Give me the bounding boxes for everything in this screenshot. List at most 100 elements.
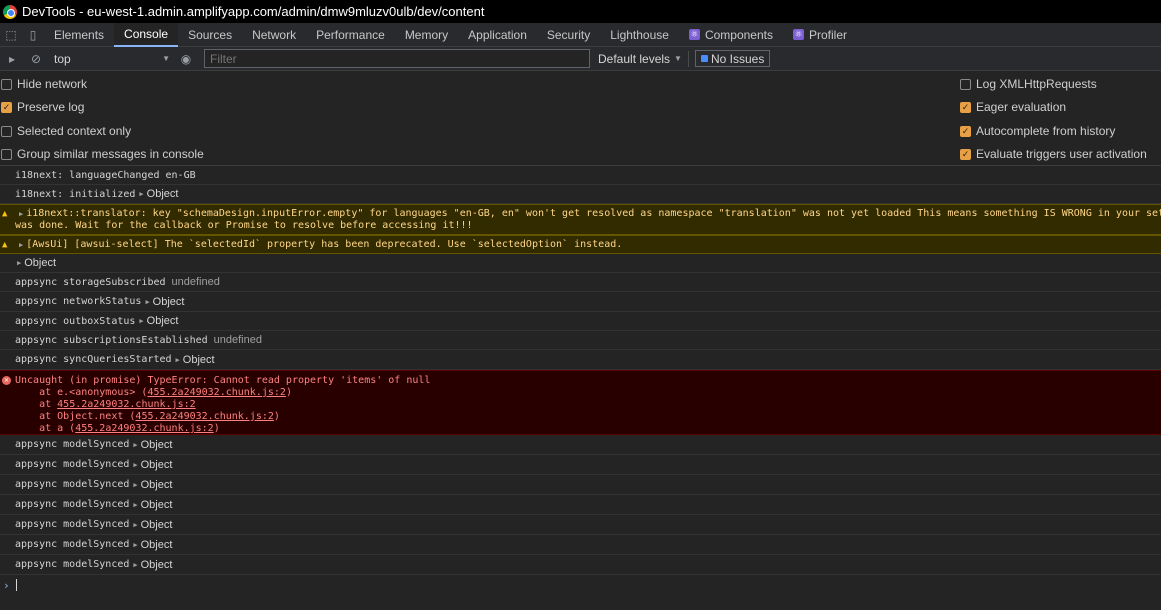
setting-hide-network[interactable]: Hide network <box>1 77 87 91</box>
console-prompt[interactable]: › <box>0 575 1161 595</box>
object-preview[interactable]: Object <box>141 519 173 531</box>
source-link[interactable]: 455.2a249032.chunk.js:2 <box>57 399 195 410</box>
message-text: appsync subscriptionsEstablished <box>15 334 208 346</box>
expand-triangle-icon[interactable]: ▶ <box>139 190 143 198</box>
object-preview[interactable]: Object <box>141 559 173 571</box>
message-text: appsync modelSynced <box>15 499 130 510</box>
stack-prefix: at a ( <box>15 423 76 434</box>
tab-performance[interactable]: Performance <box>306 23 395 47</box>
tab-components[interactable]: ⚛ Components <box>679 23 783 47</box>
message-text: i18next: initialized <box>15 188 136 200</box>
tab-profiler[interactable]: ⚛ Profiler <box>783 23 857 47</box>
stack-prefix: at Object.next ( <box>15 411 136 422</box>
issues-button[interactable]: No Issues <box>694 50 771 67</box>
object-preview[interactable]: Object <box>141 479 173 491</box>
expand-triangle-icon[interactable]: ▶ <box>133 561 137 569</box>
tab-label: Security <box>546 27 591 42</box>
object-preview[interactable]: Object <box>147 315 179 327</box>
expand-triangle-icon[interactable]: ▶ <box>139 317 143 325</box>
setting-selected-context-only[interactable]: Selected context only <box>1 124 131 138</box>
tab-label: Console <box>124 26 169 41</box>
setting-label: Evaluate triggers user activation <box>976 147 1147 161</box>
message-text: appsync modelSynced <box>15 519 130 530</box>
expand-triangle-icon[interactable]: ▶ <box>17 259 21 267</box>
checkbox[interactable] <box>960 78 971 90</box>
inspect-element-icon[interactable]: ⬚ <box>0 23 22 47</box>
expand-triangle-icon[interactable]: ▶ <box>133 521 137 529</box>
expand-triangle-icon[interactable]: ▶ <box>176 356 180 364</box>
checkbox[interactable]: ✓ <box>960 101 971 113</box>
object-preview[interactable]: Object <box>141 499 173 511</box>
checkbox[interactable] <box>1 148 12 160</box>
error-message: ✕ Uncaught (in promise) TypeError: Cannot… <box>0 370 1161 435</box>
warning-message: ▲ ▶ i18next::translator: key "schemaDesign… <box>0 204 1161 235</box>
expand-triangle-icon[interactable]: ▶ <box>19 241 23 249</box>
tab-security[interactable]: Security <box>537 23 600 47</box>
object-preview[interactable]: Object <box>141 459 173 471</box>
object-preview[interactable]: Object <box>147 188 179 200</box>
filter-input[interactable] <box>204 49 590 68</box>
message-text: appsync modelSynced <box>15 559 130 570</box>
object-preview[interactable]: Object <box>183 354 215 366</box>
stack-suffix: ) <box>213 423 220 434</box>
source-link[interactable]: 455.2a249032.chunk.js:2 <box>147 387 285 398</box>
tab-label: Sources <box>188 27 233 42</box>
setting-eager-evaluation[interactable]: ✓ Eager evaluation <box>960 100 1066 114</box>
tab-console[interactable]: Console <box>114 22 179 47</box>
expand-triangle-icon[interactable]: ▶ <box>19 210 23 218</box>
tab-label: Components <box>704 27 773 42</box>
message-text: appsync modelSynced <box>15 459 130 470</box>
clear-console-icon[interactable]: ⊘ <box>24 48 48 70</box>
object-preview[interactable]: Object <box>141 439 173 451</box>
message-text: was done. Wait for the callback or Promi… <box>15 220 473 231</box>
show-sidebar-icon[interactable]: ▸ <box>0 48 24 70</box>
setting-group-similar-messages-in-console[interactable]: Group similar messages in console <box>1 147 204 161</box>
expand-triangle-icon[interactable]: ▶ <box>133 461 137 469</box>
object-preview[interactable]: Object <box>141 539 173 551</box>
log-message: appsync syncQueriesStarted ▶ Object <box>0 350 1161 370</box>
source-link[interactable]: 455.2a249032.chunk.js:2 <box>75 423 213 434</box>
tab-memory[interactable]: Memory <box>395 23 458 47</box>
device-toolbar-icon[interactable]: ▯ <box>22 23 44 47</box>
message-text: i18next::translator: key "schemaDesign.i… <box>26 208 1161 219</box>
setting-preserve-log[interactable]: ✓ Preserve log <box>1 100 84 114</box>
text-cursor <box>15 579 17 591</box>
checkbox[interactable]: ✓ <box>960 125 971 137</box>
setting-evaluate-triggers-user-activation[interactable]: ✓ Evaluate triggers user activation <box>960 147 1147 161</box>
warning-message: ▲ ▶ [AwsUi] [awsui-select] The `selectedId… <box>0 235 1161 254</box>
checkbox[interactable] <box>1 125 12 137</box>
setting-label: Eager evaluation <box>976 100 1067 114</box>
checkbox[interactable] <box>1 78 12 90</box>
error-text: Uncaught (in promise) TypeError: Cannot … <box>15 375 431 386</box>
checkbox[interactable]: ✓ <box>1 101 12 113</box>
checkbox[interactable]: ✓ <box>960 148 971 160</box>
setting-label: Hide network <box>17 77 88 91</box>
expand-triangle-icon[interactable]: ▶ <box>133 441 137 449</box>
setting-log-xmlhttprequests[interactable]: Log XMLHttpRequests <box>960 77 1097 91</box>
setting-label: Autocomplete from history <box>976 124 1116 138</box>
warning-icon: ▲ <box>2 239 8 250</box>
tab-elements[interactable]: Elements <box>44 23 114 47</box>
tab-lighthouse[interactable]: Lighthouse <box>600 23 679 47</box>
context-select[interactable]: top ▼ <box>54 50 174 68</box>
message-text: appsync modelSynced <box>15 479 130 490</box>
tab-sources[interactable]: Sources <box>178 23 242 47</box>
stack-prefix: at <box>15 399 58 410</box>
expand-triangle-icon[interactable]: ▶ <box>133 501 137 509</box>
setting-autocomplete-from-history[interactable]: ✓ Autocomplete from history <box>960 124 1115 138</box>
expand-triangle-icon[interactable]: ▶ <box>145 298 149 306</box>
log-levels-dropdown[interactable]: Default levels ▼ <box>598 52 682 66</box>
expand-triangle-icon[interactable]: ▶ <box>133 541 137 549</box>
message-text: appsync outboxStatus <box>15 315 136 327</box>
tab-application[interactable]: Application <box>458 23 537 47</box>
log-message: appsync networkStatus ▶ Object <box>0 292 1161 312</box>
tab-label: Lighthouse <box>610 27 669 42</box>
setting-label: Log XMLHttpRequests <box>976 77 1097 91</box>
tab-network[interactable]: Network <box>242 23 306 47</box>
object-preview[interactable]: Object <box>24 257 56 269</box>
source-link[interactable]: 455.2a249032.chunk.js:2 <box>135 411 273 422</box>
live-expression-eye-icon[interactable]: ◉ <box>174 48 198 70</box>
message-text: appsync syncQueriesStarted <box>15 354 172 365</box>
object-preview[interactable]: Object <box>153 296 185 308</box>
expand-triangle-icon[interactable]: ▶ <box>133 481 137 489</box>
